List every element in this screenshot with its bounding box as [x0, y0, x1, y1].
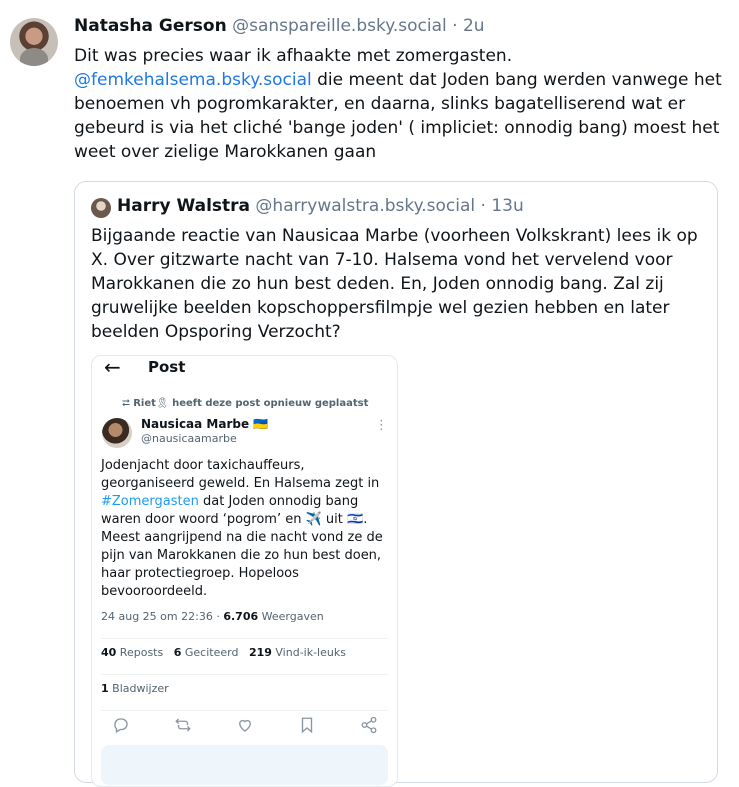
ribbon-icon: 🎗: [155, 398, 169, 409]
post-text-1: Dit was precies waar ik afhaakte met zom…: [74, 46, 513, 66]
reply-input-area: [101, 745, 388, 785]
bookmarks-stat: 1 Bladwijzer: [101, 682, 169, 695]
screenshot-date: 24 aug 25 om 22:36: [101, 610, 213, 623]
screenshot-stats: 40 Reposts 6 Geciteerd 219 Vind-ik-leuks: [101, 646, 346, 659]
screenshot-text: Jodenjacht door taxichauffeurs, georgani…: [101, 457, 386, 601]
post-text: Dit was precies waar ik afhaakte met zom…: [74, 44, 724, 164]
avatar[interactable]: [10, 18, 58, 66]
screenshot-avatar: [102, 418, 132, 448]
bookmarks-count: 1: [101, 682, 109, 695]
quote-separator: ·: [475, 196, 492, 216]
reposts-count: 40: [101, 646, 117, 659]
divider: [101, 674, 388, 675]
post-header: Natasha Gerson @sanspareille.bsky.social…: [74, 14, 485, 38]
screenshot-text-1: Jodenjacht door taxichauffeurs, georgani…: [101, 458, 380, 491]
quote-text: Bijgaande reactie van Nausicaa Marbe (vo…: [91, 226, 698, 342]
heart-icon: [239, 719, 251, 732]
reply-icon: [114, 718, 128, 733]
screenshot-author-name-text: Nausicaa Marbe: [141, 417, 250, 431]
hashtag: #Zomergasten: [101, 494, 199, 509]
screenshot-meta: 24 aug 25 om 22:36 · 6.706 Weergaven: [101, 610, 324, 623]
screenshot-author-name: Nausicaa Marbe 🇺🇦: [141, 417, 268, 431]
repost-name: Riet: [133, 398, 156, 409]
post: Natasha Gerson @sanspareille.bsky.social…: [0, 0, 739, 787]
action-bar: [112, 716, 382, 738]
repost-icon: [175, 718, 191, 732]
likes-label: Vind-ik-leuks: [271, 646, 346, 659]
views-label: Weergaven: [258, 610, 324, 623]
ukraine-flag-icon: 🇺🇦: [253, 417, 269, 431]
quotes-label: Geciteerd: [181, 646, 239, 659]
views-count: 6.706: [223, 610, 259, 623]
separator: ·: [446, 16, 463, 36]
quote-post[interactable]: Harry Walstra @harrywalstra.bsky.social …: [74, 181, 718, 787]
author-name[interactable]: Natasha Gerson: [74, 16, 227, 36]
mention-link[interactable]: @femkehalsema.bsky.social: [74, 70, 312, 90]
bookmarks-label: Bladwijzer: [108, 682, 169, 695]
divider: [101, 638, 388, 639]
repost-icon: ⮂: [122, 398, 130, 409]
screenshot-title: Post: [148, 358, 186, 376]
quote-header: Harry Walstra @harrywalstra.bsky.social …: [117, 194, 524, 218]
quote-time[interactable]: 13u: [491, 196, 523, 216]
meta-separator: ·: [212, 610, 224, 623]
author-handle[interactable]: @sanspareille.bsky.social: [232, 16, 447, 36]
more-options-icon: ⋮: [375, 418, 388, 433]
quote-author-name[interactable]: Harry Walstra: [117, 196, 250, 216]
embedded-screenshot[interactable]: ← Post ⮂ Riet🎗 heeft deze post opnieuw g…: [91, 355, 398, 787]
likes-count: 219: [248, 646, 272, 659]
screenshot-text-2: dat Joden onnodig bang waren door woord …: [101, 494, 383, 599]
reposts-label: Reposts: [116, 646, 164, 659]
screenshot-author-handle: @nausicaamarbe: [141, 432, 237, 445]
share-icon: [361, 716, 377, 734]
divider: [101, 710, 388, 711]
repost-text: heeft deze post opnieuw geplaatst: [168, 398, 369, 409]
post-time[interactable]: 2u: [463, 16, 485, 36]
bookmark-icon: [301, 717, 313, 734]
quote-author-handle[interactable]: @harrywalstra.bsky.social: [255, 196, 475, 216]
back-arrow-icon: ←: [104, 355, 121, 379]
repost-banner: ⮂ Riet🎗 heeft deze post opnieuw geplaats…: [122, 398, 368, 409]
quote-avatar[interactable]: [91, 198, 111, 218]
